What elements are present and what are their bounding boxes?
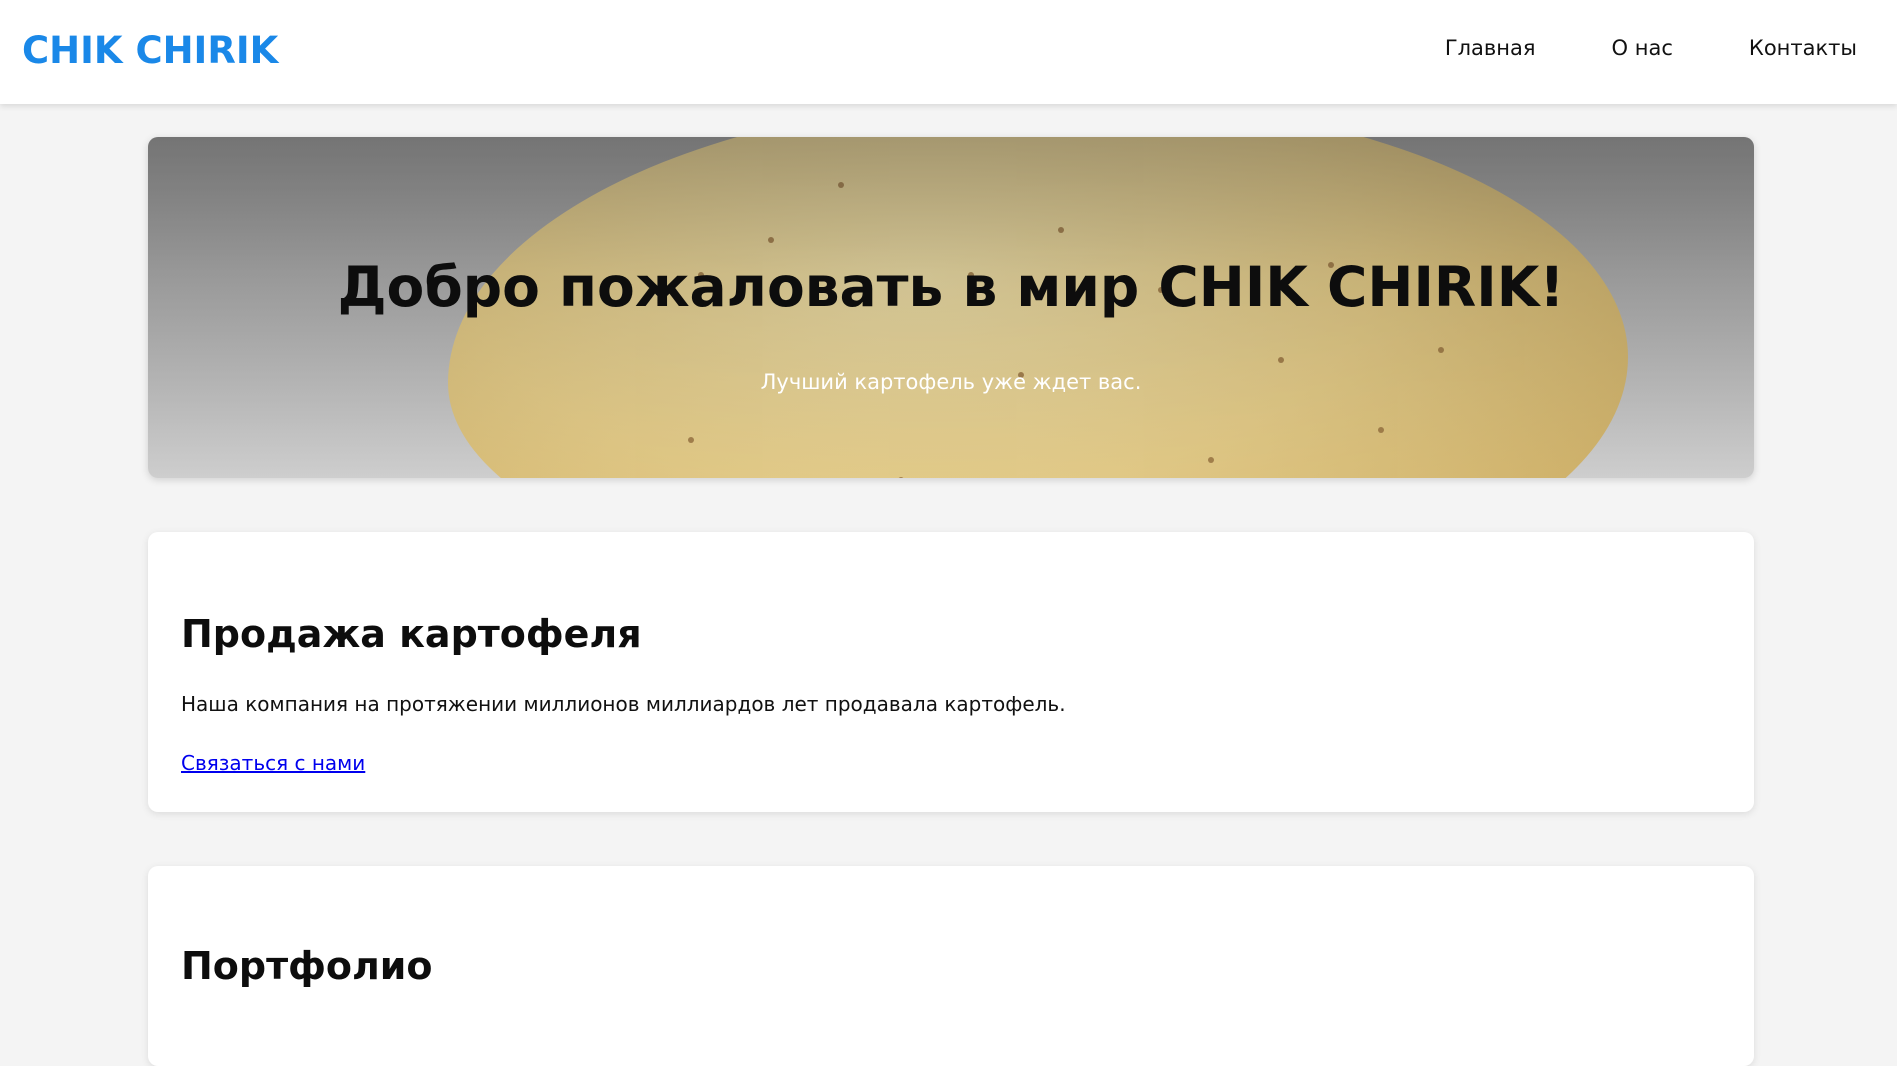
hero-subtitle: Лучший картофель уже ждет вас. <box>760 370 1142 394</box>
section-text: Наша компания на протяжении миллионов ми… <box>181 692 1066 716</box>
nav-link-home[interactable]: Главная <box>1445 36 1536 60</box>
contact-us-link[interactable]: Связаться с нами <box>181 751 365 775</box>
nav-link-about[interactable]: О нас <box>1612 36 1673 60</box>
section-title: Продажа картофеля <box>181 612 642 656</box>
main-nav: Главная О нас Контакты <box>1369 36 1857 60</box>
section-potato-sales: Продажа картофеля Наша компания на протя… <box>148 532 1754 812</box>
site-header: CHIK CHIRIK Главная О нас Контакты <box>0 0 1897 104</box>
section-portfolio: Портфолио <box>148 866 1754 1066</box>
section-title: Портфолио <box>181 944 433 988</box>
nav-link-contacts[interactable]: Контакты <box>1749 36 1857 60</box>
site-logo[interactable]: CHIK CHIRIK <box>22 29 278 72</box>
hero-banner: Добро пожаловать в мир CHIK CHIRIK! Лучш… <box>148 137 1754 478</box>
hero-title: Добро пожаловать в мир CHIK CHIRIK! <box>337 255 1565 319</box>
